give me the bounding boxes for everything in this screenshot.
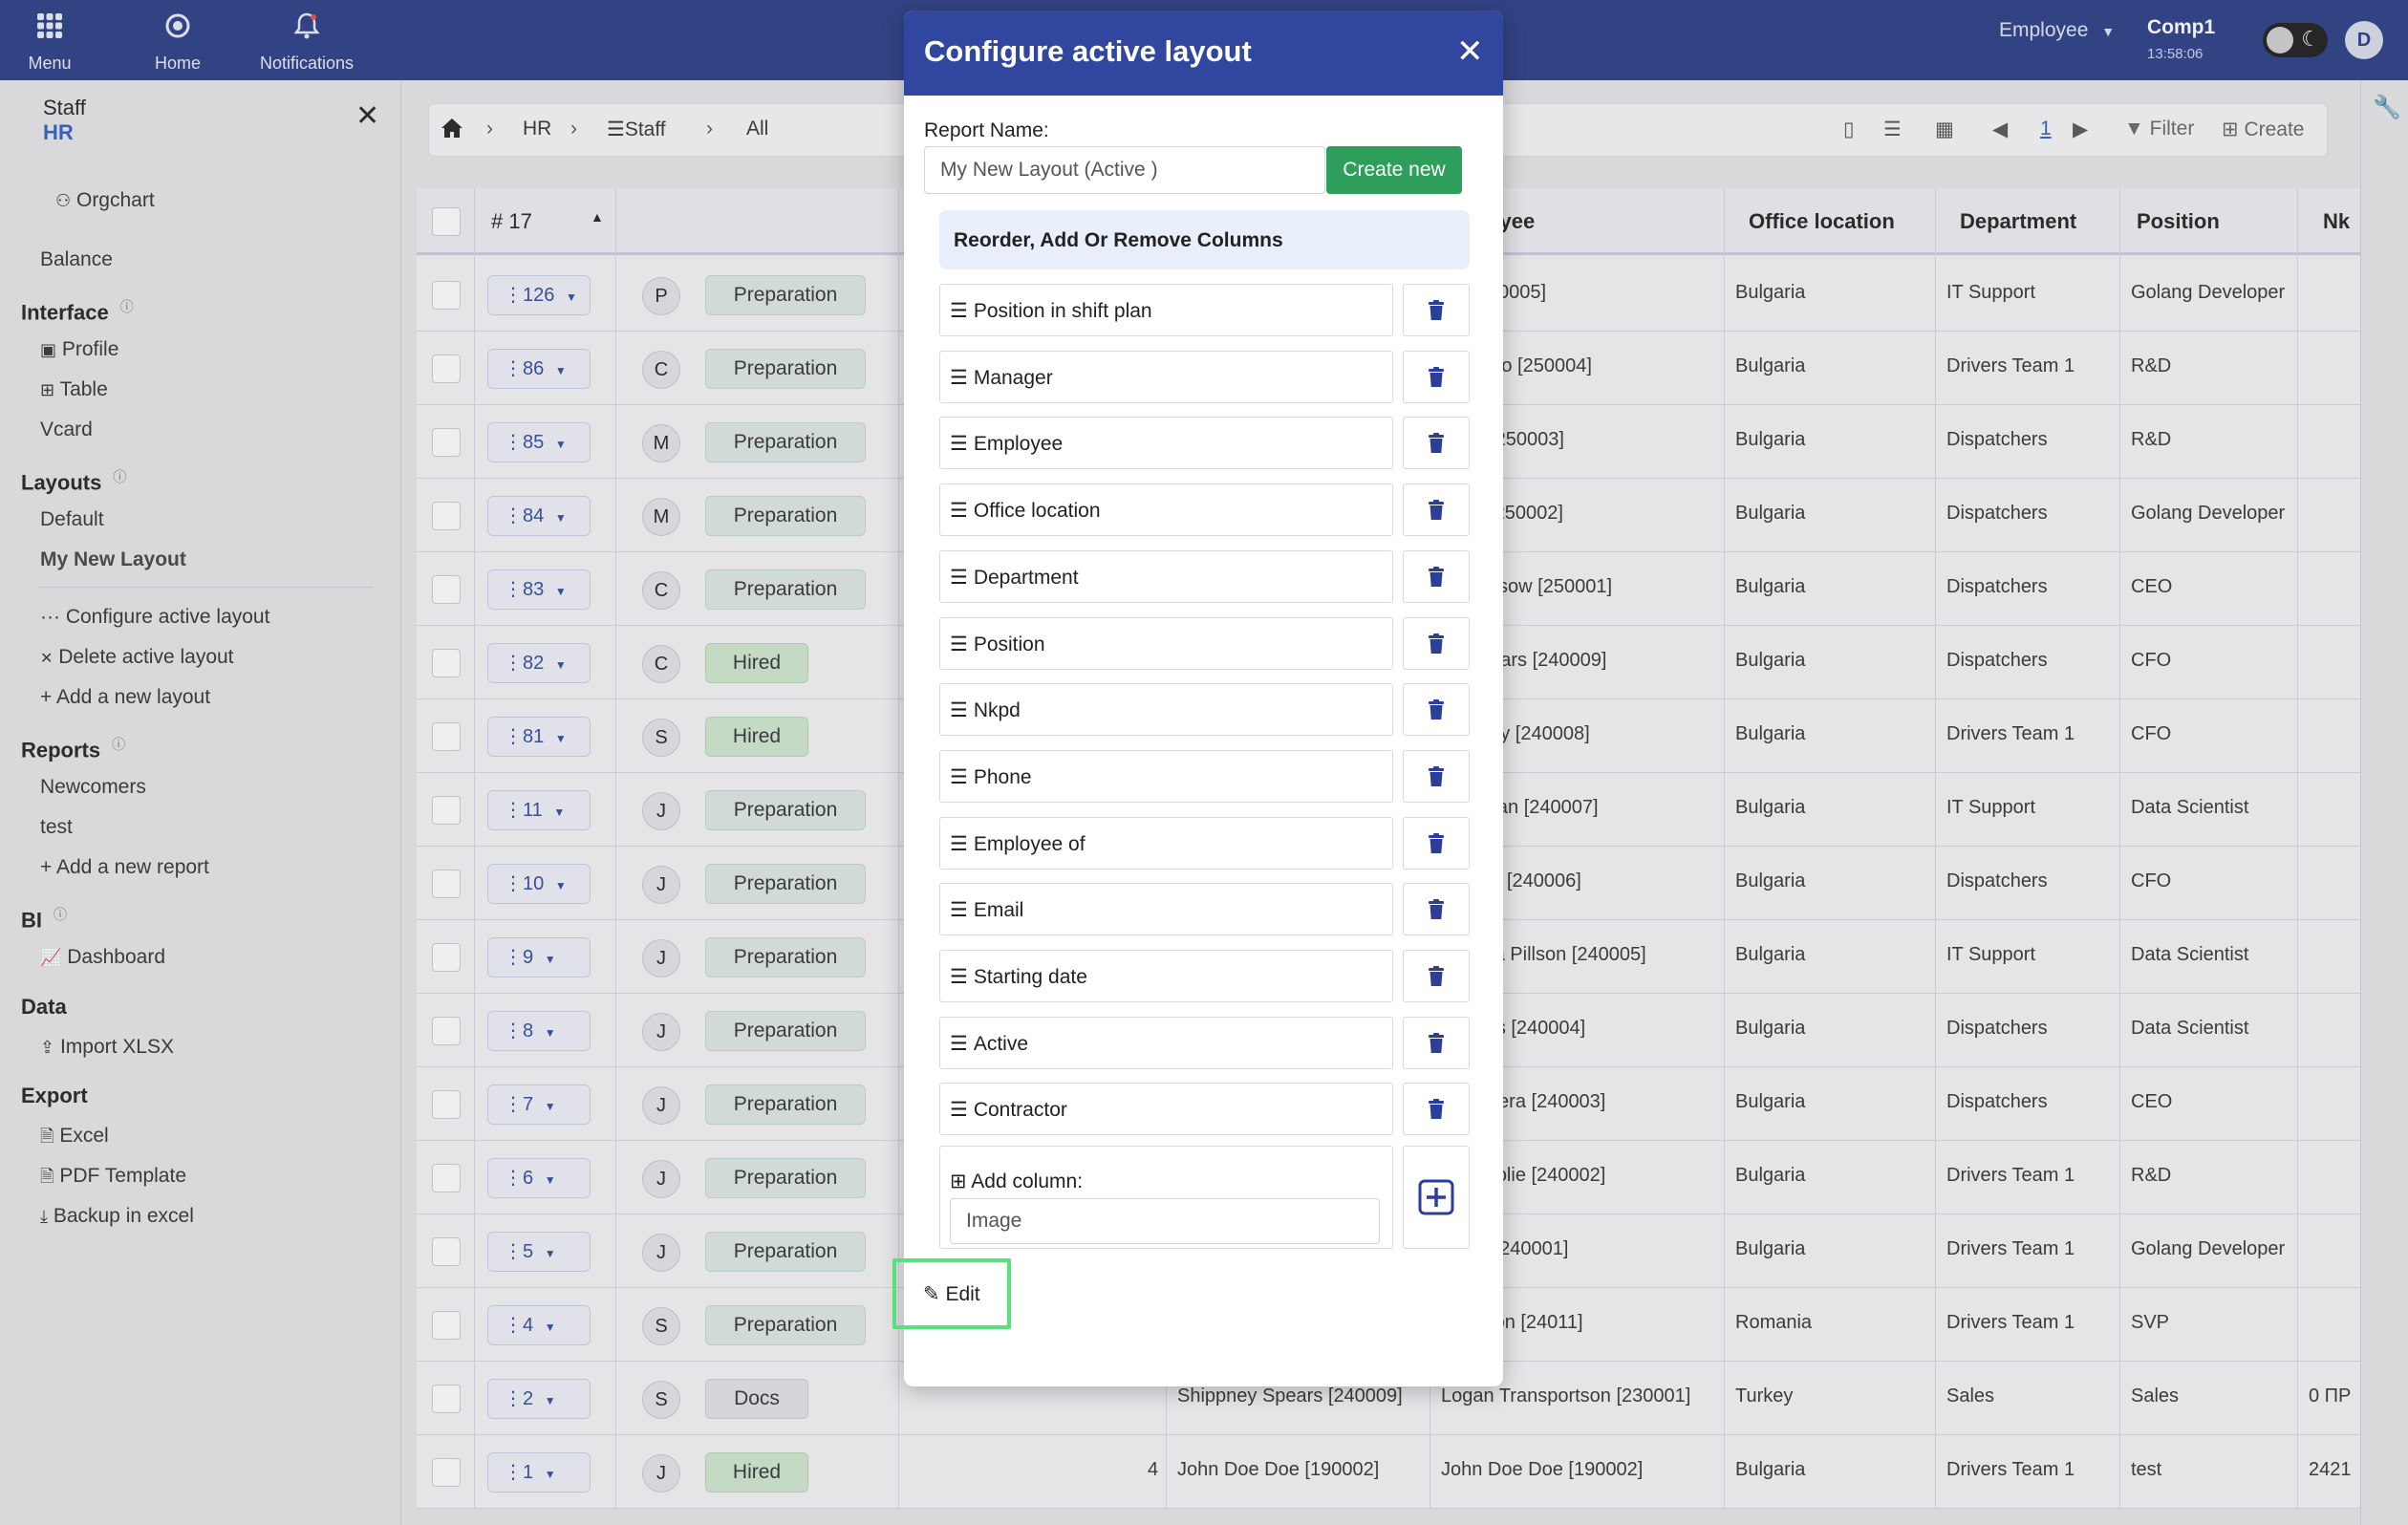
trash-icon [1429,699,1444,720]
modal-header: Configure active layout ✕ [904,11,1503,96]
column-item[interactable]: ☰ Email [939,883,1393,936]
column-label: Employee [973,433,1064,456]
column-item[interactable]: ☰ Employee [939,417,1393,470]
drag-handle-icon[interactable]: ☰ [950,567,968,589]
column-label: Employee of [973,832,1086,855]
column-item[interactable]: ☰ Office location [939,483,1393,537]
add-column-label: ⊞ Add column: [950,1170,1083,1193]
trash-icon [1429,832,1444,853]
column-label: Position [973,633,1045,655]
add-column-box: ⊞ Add column: Image [939,1146,1393,1249]
column-row[interactable]: ☰ Nkpd [939,683,1470,737]
column-label: Active [973,1032,1029,1055]
column-row[interactable]: ☰ Phone [939,749,1470,803]
drag-handle-icon[interactable]: ☰ [950,1033,968,1055]
column-label: Manager [973,366,1053,389]
column-row[interactable]: ☰ Position in shift plan [939,284,1470,336]
delete-column-button[interactable] [1403,683,1470,737]
column-row[interactable]: ☰ Position [939,616,1470,670]
column-row[interactable]: ☰ Department [939,549,1470,603]
trash-icon [1429,500,1444,521]
drag-handle-icon[interactable]: ☰ [950,634,968,655]
trash-icon [1429,966,1444,986]
drag-handle-icon[interactable]: ☰ [950,1099,968,1121]
column-row[interactable]: ☰ Employee of [939,816,1470,870]
column-item[interactable]: ☰ Nkpd [939,683,1393,737]
column-row[interactable]: ☰ Employee [939,417,1470,470]
column-item[interactable]: ☰ Position [939,616,1393,670]
column-row[interactable]: ☰ Office location [939,483,1470,537]
delete-column-button[interactable] [1403,483,1470,537]
delete-column-button[interactable] [1403,284,1470,336]
trash-icon [1429,300,1444,320]
drag-handle-icon[interactable]: ☰ [950,899,968,921]
add-column-button[interactable] [1403,1146,1470,1249]
add-column-text: Add column: [971,1171,1084,1192]
column-item[interactable]: ☰ Contractor [939,1083,1393,1136]
edit-button[interactable]: ✎ Edit [923,1282,980,1306]
drag-handle-icon[interactable]: ☰ [950,699,968,721]
close-icon[interactable]: ✕ [1456,32,1484,71]
modal-title: Configure active layout [924,34,1252,68]
plus-square-icon: ⊞ [950,1171,967,1192]
column-label: Contractor [973,1099,1067,1122]
trash-icon [1429,1099,1444,1120]
column-label: Position in shift plan [973,300,1152,322]
column-row[interactable]: ☰ Starting date [939,950,1470,1002]
column-label: Starting date [973,966,1087,988]
delete-column-button[interactable] [1403,950,1470,1002]
delete-column-button[interactable] [1403,350,1470,403]
trash-icon [1429,765,1444,786]
column-item[interactable]: ☰ Starting date [939,950,1393,1002]
column-label: Nkpd [973,699,1021,722]
trash-icon [1429,366,1444,387]
drag-handle-icon[interactable]: ☰ [950,367,968,389]
create-new-button[interactable]: Create new [1326,146,1462,194]
column-label: Department [973,566,1079,589]
column-item[interactable]: ☰ Active [939,1016,1393,1069]
trash-icon [1429,633,1444,654]
trash-icon [1429,1032,1444,1053]
delete-column-button[interactable] [1403,1083,1470,1136]
report-name-label: Report Name: [924,119,1049,141]
delete-column-button[interactable] [1403,417,1470,470]
column-row[interactable]: ☰ Manager [939,350,1470,403]
column-row[interactable]: ☰ Email [939,883,1470,936]
edit-label: Edit [945,1283,980,1305]
column-item[interactable]: ☰ Phone [939,749,1393,803]
add-column-select[interactable]: Image [950,1198,1380,1244]
reorder-heading: Reorder, Add Or Remove Columns [939,210,1470,269]
column-row[interactable]: ☰ Contractor [939,1083,1470,1136]
drag-handle-icon[interactable]: ☰ [950,500,968,522]
delete-column-button[interactable] [1403,816,1470,870]
column-label: Email [973,899,1024,922]
drag-handle-icon[interactable]: ☰ [950,966,968,988]
delete-column-button[interactable] [1403,883,1470,936]
column-item[interactable]: ☰ Department [939,549,1393,603]
trash-icon [1429,433,1444,454]
delete-column-button[interactable] [1403,616,1470,670]
trash-icon [1429,899,1444,920]
column-label: Office location [973,500,1101,523]
column-label: Phone [973,765,1032,788]
configure-layout-modal: Configure active layout ✕ Report Name: M… [904,11,1503,1386]
column-row[interactable]: ☰ Active [939,1016,1470,1069]
drag-handle-icon[interactable]: ☰ [950,433,968,455]
drag-handle-icon[interactable]: ☰ [950,300,968,322]
drag-handle-icon[interactable]: ☰ [950,833,968,855]
edit-icon: ✎ [923,1283,940,1305]
column-item[interactable]: ☰ Position in shift plan [939,284,1393,336]
delete-column-button[interactable] [1403,749,1470,803]
delete-column-button[interactable] [1403,549,1470,603]
column-item[interactable]: ☰ Manager [939,350,1393,403]
drag-handle-icon[interactable]: ☰ [950,766,968,788]
plus-square-icon [1418,1179,1454,1215]
trash-icon [1429,566,1444,587]
delete-column-button[interactable] [1403,1016,1470,1069]
report-name-input[interactable]: My New Layout (Active ) [924,146,1325,194]
column-item[interactable]: ☰ Employee of [939,816,1393,870]
